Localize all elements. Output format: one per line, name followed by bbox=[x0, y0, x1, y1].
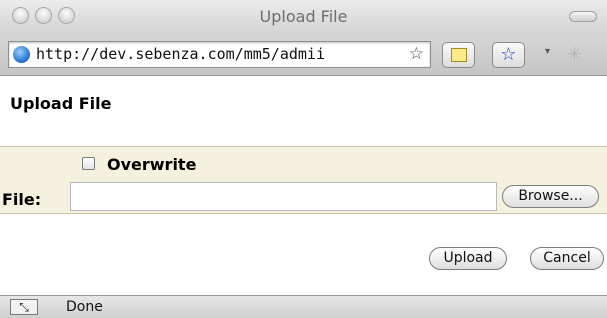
window-title: Upload File bbox=[259, 7, 348, 26]
browser-toolbar: http://dev.sebenza.com/mm5/admii ☆ ☆ ▾ ✳ bbox=[0, 34, 607, 76]
overwrite-checkbox[interactable] bbox=[82, 157, 95, 170]
status-bar: ⤡ Done bbox=[0, 295, 607, 318]
star-outline-icon[interactable]: ☆ bbox=[409, 42, 424, 67]
toolbar-toggle-icon[interactable] bbox=[569, 11, 597, 22]
browse-button[interactable]: Browse... bbox=[502, 185, 599, 208]
status-resize-icon: ⤡ bbox=[10, 299, 38, 315]
chevron-down-icon[interactable]: ▾ bbox=[545, 46, 550, 57]
file-label: File: bbox=[2, 190, 42, 209]
url-bar[interactable]: http://dev.sebenza.com/mm5/admii ☆ bbox=[8, 41, 431, 68]
upload-form-panel: Overwrite File: Browse... bbox=[0, 146, 607, 214]
loading-spinner-icon: ✳ bbox=[567, 44, 583, 65]
star-bookmark-icon: ☆ bbox=[500, 44, 517, 65]
browser-window: Upload File http://dev.sebenza.com/mm5/a… bbox=[0, 0, 607, 318]
overwrite-label: Overwrite bbox=[107, 155, 197, 174]
notes-button[interactable] bbox=[442, 42, 475, 68]
file-path-input[interactable] bbox=[70, 182, 497, 211]
page-title: Upload File bbox=[10, 94, 112, 113]
bookmark-button[interactable]: ☆ bbox=[492, 42, 525, 68]
status-text: Done bbox=[66, 299, 103, 315]
cancel-button[interactable]: Cancel bbox=[530, 247, 604, 270]
upload-button[interactable]: Upload bbox=[429, 247, 507, 270]
url-text[interactable]: http://dev.sebenza.com/mm5/admii bbox=[36, 42, 392, 67]
notepad-icon bbox=[450, 48, 467, 62]
globe-icon bbox=[13, 46, 30, 63]
title-bar[interactable]: Upload File bbox=[0, 0, 607, 34]
